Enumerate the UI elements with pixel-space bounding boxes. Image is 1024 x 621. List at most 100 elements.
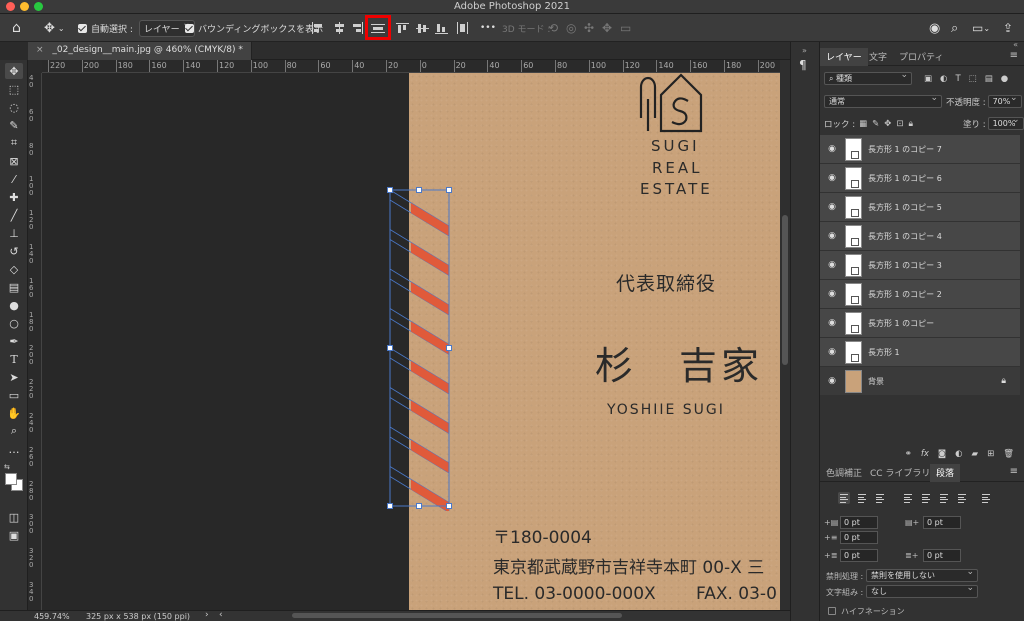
hand-tool-icon[interactable]: ✋ [5,405,23,421]
layer-row[interactable]: ◉ 長方形 1 のコピー 5 [820,193,1020,222]
transform-handle[interactable] [446,503,452,509]
layer-row[interactable]: ◉ 長方形 1 のコピー 4 [820,222,1020,251]
lock-position-icon[interactable]: ✥ [884,119,891,129]
stripe[interactable] [411,361,449,394]
panel-collapse-icon[interactable]: » [802,46,807,55]
layer-row[interactable]: ◉ 長方形 1 のコピー [820,309,1020,338]
3d-roll-icon[interactable]: ◎ [566,19,576,37]
eye-icon[interactable]: ◉ [825,260,839,270]
adjustment-layer-icon[interactable]: ◐ [955,449,962,459]
add-mask-icon[interactable]: ◙ [938,449,946,459]
eraser-tool-icon[interactable]: ◇ [5,261,23,277]
tab-paragraph[interactable]: 段落 [930,464,961,482]
filter-adjust-icon[interactable]: ◐ [940,74,947,84]
link-layers-icon[interactable]: ⚭ [905,449,912,459]
eye-icon[interactable]: ◉ [825,173,839,183]
paragraph-panel-icon[interactable]: ¶ [799,58,807,72]
indent-first-field[interactable]: 0 pt [840,531,878,544]
layer-row[interactable]: ◉ 長方形 1 のコピー 2 [820,280,1020,309]
layer-row[interactable]: ◉ 長方形 1 [820,338,1020,367]
stripe[interactable] [411,282,449,315]
quick-mask-icon[interactable]: ◫ [5,509,23,525]
horizontal-scroll-thumb[interactable] [292,613,622,618]
3d-scale-icon[interactable]: ▭ [620,19,631,37]
history-brush-icon[interactable]: ↺ [5,243,23,259]
transform-handle[interactable] [446,187,452,193]
healing-tool-icon[interactable]: ✚ [5,189,23,205]
filter-smart-icon[interactable]: ▤ [985,74,993,84]
justify-last-right-icon[interactable] [938,492,950,504]
hyphenation-checkbox[interactable] [828,607,836,615]
indent-right-field[interactable]: 0 pt [923,516,961,529]
3d-orbit-icon[interactable]: ⟲ [548,19,558,37]
align-bottom-icon[interactable] [435,22,449,34]
stripe[interactable] [411,242,449,276]
align-vertical-center-icon[interactable] [416,22,430,34]
layer-row[interactable]: ◉ 長方形 1 のコピー 6 [820,164,1020,193]
layer-row[interactable]: ◉ 長方形 1 のコピー 3 [820,251,1020,280]
new-group-icon[interactable]: ▰ [972,449,979,459]
layer-style-icon[interactable]: fx [921,449,929,459]
eye-icon[interactable]: ◉ [825,376,839,386]
crop-tool-icon[interactable]: ⌗ [5,135,23,151]
marquee-tool-icon[interactable]: ⬚ [5,81,23,97]
align-left-icon[interactable] [838,492,850,504]
rectangle-tool-icon[interactable]: ▭ [5,387,23,403]
transform-handle[interactable] [416,187,422,193]
eyedropper-tool-icon[interactable]: ⁄ [5,171,23,187]
vertical-scroll-thumb[interactable] [782,215,788,365]
align-right-icon[interactable] [350,22,364,34]
auto-select-checkbox[interactable] [78,23,87,33]
stripe[interactable] [411,321,449,355]
lock-paint-icon[interactable]: ✎ [872,119,879,129]
space-before-field[interactable]: 0 pt [840,549,878,562]
new-layer-icon[interactable]: ⊞ [987,449,994,459]
justify-last-center-icon[interactable] [920,492,932,504]
pen-tool-icon[interactable]: ✒ [5,333,23,349]
stamp-tool-icon[interactable]: ⊥ [5,225,23,241]
more-options-button[interactable]: ••• [480,19,496,37]
tab-character[interactable]: 文字 [863,48,893,66]
transform-handle[interactable] [416,503,422,509]
justify-last-left-icon[interactable] [902,492,914,504]
filter-type-icon[interactable]: T [955,74,960,84]
close-tab-icon[interactable]: × [36,45,44,55]
quick-select-tool-icon[interactable]: ✎ [5,117,23,133]
justify-both-icon[interactable] [980,492,992,504]
tab-layers[interactable]: レイヤー [820,48,868,66]
filter-toggle-icon[interactable]: ● [1001,74,1008,84]
align-right-icon[interactable] [874,492,886,504]
tab-properties[interactable]: プロパティ [893,48,949,66]
lasso-tool-icon[interactable]: ◌ [5,99,23,115]
brush-tool-icon[interactable]: ╱ [5,207,23,223]
zoom-level[interactable]: 459.74% [34,612,70,621]
frame-tool-icon[interactable]: ⊠ [5,153,23,169]
align-horizontal-center-icon[interactable] [333,22,347,34]
panel-menu-icon[interactable]: ≡ [1010,50,1018,61]
transform-handle[interactable] [387,503,393,509]
zoom-tool-icon[interactable]: ⌕ [5,423,23,439]
3d-slide-icon[interactable]: ✥ [602,19,612,37]
move-tool-icon[interactable]: ✥ [5,63,23,79]
fill-value[interactable]: 100% [987,115,1024,130]
filter-kind-select[interactable]: ⌕ 種類 [824,70,912,85]
status-menu-icon[interactable]: › [205,610,209,620]
stripe[interactable] [411,440,449,473]
justify-all-icon[interactable] [956,492,968,504]
align-top-icon[interactable] [396,22,410,34]
scroll-left-icon[interactable]: ‹ [219,610,223,620]
eye-icon[interactable]: ◉ [825,202,839,212]
stripe[interactable] [411,400,449,434]
path-select-tool-icon[interactable]: ➤ [5,369,23,385]
lock-all-icon[interactable]: 🔒︎ [908,119,913,129]
canvas-area[interactable]: SUGI REAL ESTATE 代表取締役 杉 吉家 YOSHIIE SUGI… [42,73,780,610]
eye-icon[interactable]: ◉ [825,231,839,241]
more-tools-icon[interactable]: … [5,441,23,457]
blur-tool-icon[interactable]: ● [5,297,23,313]
workspace-icon[interactable]: ▭ ⌄ [972,19,990,37]
move-tool-preset-icon[interactable]: ✥ ⌄ [44,19,65,37]
share-icon[interactable]: ⇪ [1003,19,1013,37]
align-left-icon[interactable] [312,22,326,34]
swap-colors-icon[interactable]: ⇆ [4,463,10,471]
document-tab[interactable]: × _02_design__main.jpg @ 460% (CMYK/8) * [28,42,252,60]
